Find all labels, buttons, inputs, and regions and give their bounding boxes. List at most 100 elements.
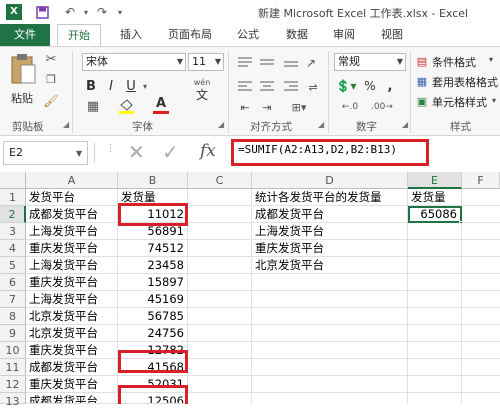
conditional-format-icon[interactable]: ▤ xyxy=(414,53,430,69)
tab-page-layout[interactable]: 页面布局 xyxy=(160,24,220,46)
row-header-12[interactable]: 12 xyxy=(0,376,26,393)
cell-b8[interactable]: 56785 xyxy=(118,308,188,325)
tab-home[interactable]: 开始 xyxy=(57,24,101,46)
paste-icon[interactable] xyxy=(8,53,38,89)
cell-a13[interactable]: 成都发货平台 xyxy=(26,393,118,404)
table-format-icon[interactable]: ▦ xyxy=(414,73,430,89)
redo-icon[interactable]: ↷ xyxy=(94,4,110,20)
row-header-5[interactable]: 5 xyxy=(0,257,26,274)
cell-style-icon[interactable]: ▣ xyxy=(414,93,430,109)
cell-b6[interactable]: 15897 xyxy=(118,274,188,291)
paste-label[interactable]: 粘贴 xyxy=(6,91,38,105)
chevron-down-icon[interactable]: ▼ xyxy=(76,149,82,158)
cell-a8[interactable]: 北京发货平台 xyxy=(26,308,118,325)
customize-toolbar-icon[interactable]: ▾ xyxy=(112,4,128,20)
save-icon[interactable] xyxy=(34,4,50,20)
select-all-corner[interactable] xyxy=(0,172,26,189)
cut-icon[interactable]: ✂ xyxy=(40,51,62,67)
undo-icon[interactable]: ↶ xyxy=(62,4,78,20)
column-f-cells[interactable] xyxy=(462,189,500,404)
row-header-2[interactable]: 2 xyxy=(0,206,26,223)
cell-b9[interactable]: 24756 xyxy=(118,325,188,342)
align-middle-icon[interactable] xyxy=(258,55,276,71)
alignment-launcher-icon[interactable]: ◢ xyxy=(318,120,324,129)
cell-d2[interactable]: 成都发货平台 xyxy=(252,206,408,223)
number-format-combo[interactable]: 常规 ▼ xyxy=(334,53,406,71)
wrap-text-icon[interactable]: ⇌ xyxy=(304,79,322,95)
row-header-3[interactable]: 3 xyxy=(0,223,26,240)
comma-button[interactable]: , xyxy=(382,77,398,95)
bold-button[interactable]: B xyxy=(82,77,100,95)
tab-data[interactable]: 数据 xyxy=(279,24,315,46)
cell-d1[interactable]: 统计各发货平台的发货量 xyxy=(252,189,408,206)
cell-a11[interactable]: 成都发货平台 xyxy=(26,359,118,376)
copy-icon[interactable]: ❐ xyxy=(40,71,62,87)
tab-view[interactable]: 视图 xyxy=(374,24,410,46)
merge-center-icon[interactable]: ⊞▾ xyxy=(282,99,316,115)
clipboard-launcher-icon[interactable]: ◢ xyxy=(63,120,69,129)
number-launcher-icon[interactable]: ◢ xyxy=(402,120,408,129)
font-color-icon[interactable]: A xyxy=(152,95,170,111)
row-header-7[interactable]: 7 xyxy=(0,291,26,308)
column-header-f[interactable]: F xyxy=(462,172,500,189)
row-header-10[interactable]: 10 xyxy=(0,342,26,359)
column-header-d[interactable]: D xyxy=(252,172,408,189)
increase-decimal-icon[interactable]: ←.0 xyxy=(336,99,364,115)
cell-a5[interactable]: 上海发货平台 xyxy=(26,257,118,274)
font-name-combo[interactable]: 宋体 ▼ xyxy=(82,53,186,71)
column-header-e[interactable]: E xyxy=(408,172,462,189)
row-header-11[interactable]: 11 xyxy=(0,359,26,376)
underline-button[interactable]: U xyxy=(122,77,140,95)
insert-function-button[interactable]: fx xyxy=(200,141,216,161)
undo-dropdown-icon[interactable]: ▾ xyxy=(78,4,94,20)
fill-color-icon[interactable] xyxy=(118,99,136,114)
cell-b5[interactable]: 23458 xyxy=(118,257,188,274)
cell-d5[interactable]: 北京发货平台 xyxy=(252,257,408,274)
tab-insert[interactable]: 插入 xyxy=(113,24,149,46)
decrease-decimal-icon[interactable]: .00→ xyxy=(368,99,396,115)
align-center-icon[interactable] xyxy=(258,79,276,95)
row-header-4[interactable]: 4 xyxy=(0,240,26,257)
underline-dropdown-icon[interactable]: ▾ xyxy=(140,79,150,93)
font-size-combo[interactable]: 11 ▼ xyxy=(188,53,224,71)
row-header-6[interactable]: 6 xyxy=(0,274,26,291)
cell-e1[interactable]: 发货量 xyxy=(408,189,462,206)
tab-formulas[interactable]: 公式 xyxy=(230,24,266,46)
cancel-icon[interactable]: ✕ xyxy=(128,141,145,163)
align-top-icon[interactable] xyxy=(236,55,254,71)
cell-a1[interactable]: 发货平台 xyxy=(26,189,118,206)
cell-b4[interactable]: 74512 xyxy=(118,240,188,257)
row-header-8[interactable]: 8 xyxy=(0,308,26,325)
formula-input[interactable]: =SUMIF(A2:A13,D2,B2:B13) xyxy=(238,143,397,156)
phonetic-button[interactable]: 文 xyxy=(194,87,210,102)
borders-icon[interactable]: ▦ xyxy=(82,97,104,115)
column-header-b[interactable]: B xyxy=(118,172,188,189)
column-header-a[interactable]: A xyxy=(26,172,118,189)
italic-button[interactable]: I xyxy=(102,77,120,95)
align-right-icon[interactable] xyxy=(282,79,300,95)
enter-icon[interactable]: ✓ xyxy=(162,141,179,163)
row-header-13[interactable]: 13 xyxy=(0,393,26,408)
cell-e2-selected[interactable]: 65086 xyxy=(408,206,462,223)
cell-a4[interactable]: 重庆发货平台 xyxy=(26,240,118,257)
cell-a6[interactable]: 重庆发货平台 xyxy=(26,274,118,291)
tab-file[interactable]: 文件 xyxy=(0,24,50,46)
align-bottom-icon[interactable] xyxy=(282,55,300,71)
conditional-format-button[interactable]: 条件格式 xyxy=(432,54,476,70)
font-launcher-icon[interactable]: ◢ xyxy=(218,120,224,129)
column-header-c[interactable]: C xyxy=(188,172,252,189)
cell-b7[interactable]: 45169 xyxy=(118,291,188,308)
orientation-icon[interactable]: ↗ xyxy=(304,55,318,71)
cell-a12[interactable]: 重庆发货平台 xyxy=(26,376,118,393)
cell-a3[interactable]: 上海发货平台 xyxy=(26,223,118,240)
cell-d3[interactable]: 上海发货平台 xyxy=(252,223,408,240)
row-header-9[interactable]: 9 xyxy=(0,325,26,342)
cell-a9[interactable]: 北京发货平台 xyxy=(26,325,118,342)
increase-indent-icon[interactable]: ⇥ xyxy=(258,99,276,115)
percent-button[interactable]: % xyxy=(362,77,378,95)
column-d-empty-cells[interactable] xyxy=(252,274,408,404)
cell-a10[interactable]: 重庆发货平台 xyxy=(26,342,118,359)
align-left-icon[interactable] xyxy=(236,79,254,95)
currency-icon[interactable]: 💲▾ xyxy=(334,77,358,95)
format-painter-icon[interactable]: 🖌 xyxy=(40,93,62,109)
